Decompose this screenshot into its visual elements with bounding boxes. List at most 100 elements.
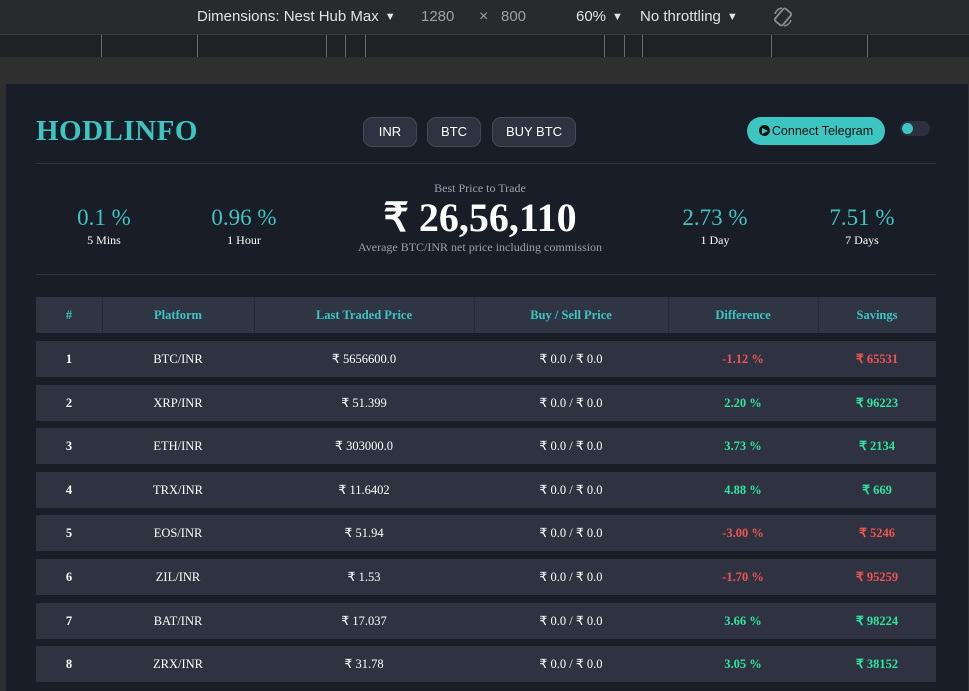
platform-cell: ETH/INR — [153, 439, 203, 454]
last-traded-cell: ₹ 1.53 — [347, 570, 381, 584]
zoom-select[interactable]: 60% ▼ — [576, 8, 623, 25]
buy-btc-button[interactable]: BUY BTC — [492, 117, 576, 147]
column-separator — [474, 297, 475, 333]
device-label: Dimensions: Nest Hub Max — [197, 8, 379, 25]
connect-telegram-button[interactable]: Connect Telegram — [747, 117, 885, 145]
divider — [36, 163, 936, 164]
stat-5-mins: 0.1 % 5 Mins — [34, 205, 174, 248]
col-last-traded-header: Last Traded Price — [315, 308, 413, 322]
rank-cell: 5 — [65, 526, 73, 541]
logo[interactable]: HODLINFO — [36, 115, 198, 148]
best-price-subtitle: Average BTC/INR net price including comm… — [357, 240, 603, 254]
savings-cell: ₹ 5246 — [858, 526, 896, 541]
stat-value: 7.51 % — [829, 205, 895, 230]
difference-cell: 2.20 % — [724, 395, 762, 410]
ruler-tick — [365, 35, 366, 57]
platform-cell: ZRX/INR — [153, 657, 203, 672]
stat-value: 0.1 % — [77, 205, 131, 230]
stat-value: 0.96 % — [211, 205, 277, 230]
last-traded-cell: ₹ 51.399 — [341, 395, 387, 410]
chevron-down-icon: ▼ — [384, 11, 396, 23]
stat-label: 5 Mins — [87, 233, 121, 247]
inr-button[interactable]: INR — [363, 117, 417, 147]
table-row: 5 EOS/INR ₹ 51.94 ₹ 0.0 / ₹ 0.0 -3.00 % ₹ 524… — [36, 515, 936, 552]
difference-cell: 3.05 % — [724, 657, 762, 672]
ruler-tick — [642, 35, 643, 57]
hodlinfo-page: HODLINFO INR BTC BUY BTC Connect Telegra… — [6, 84, 968, 691]
buy-sell-cell: ₹ 0.0 / ₹ 0.0 — [539, 613, 603, 628]
rank-cell: 1 — [65, 352, 73, 366]
table-row: 3 ETH/INR ₹ 303000.0 ₹ 0.0 / ₹ 0.0 3.73 % ₹ 2… — [36, 428, 936, 465]
savings-cell: ₹ 669 — [862, 482, 892, 497]
buy-sell-cell: ₹ 0.0 / ₹ 0.0 — [539, 657, 603, 672]
media-query-ruler — [0, 34, 969, 58]
last-traded-cell: ₹ 11.6402 — [338, 482, 390, 497]
platform-cell: ZIL/INR — [155, 570, 201, 584]
column-separator — [818, 297, 819, 333]
device-select[interactable]: Dimensions: Nest Hub Max ▼ — [197, 8, 396, 25]
rank-cell: 2 — [65, 395, 73, 410]
last-traded-cell: ₹ 5656600.0 — [331, 352, 397, 366]
rotate-icon[interactable] — [772, 6, 794, 28]
difference-cell: 4.88 % — [724, 482, 762, 497]
table-row: 8 ZRX/INR ₹ 31.78 ₹ 0.0 / ₹ 0.0 3.05 % ₹ 3815… — [36, 646, 936, 683]
divider — [36, 274, 936, 275]
platform-cell: TRX/INR — [153, 482, 203, 497]
savings-cell: ₹ 96223 — [855, 395, 899, 410]
last-traded-cell: ₹ 51.94 — [344, 526, 384, 541]
platform-cell: BTC/INR — [153, 352, 203, 366]
best-price-caption: Best Price to Trade — [434, 181, 526, 195]
col-savings-header: Savings — [856, 308, 898, 322]
difference-cell: 3.73 % — [724, 439, 762, 454]
stat-label: 1 Day — [700, 233, 730, 247]
toggle-knob — [902, 123, 913, 134]
best-price-value: ₹ 26,56,110 — [383, 195, 577, 240]
throttling-label: No throttling — [640, 8, 721, 25]
column-separator — [254, 297, 255, 333]
table-header: # Platform Last Traded Price Buy / Sell … — [36, 297, 936, 333]
table-row: 7 BAT/INR ₹ 17.037 ₹ 0.0 / ₹ 0.0 3.66 % ₹ 982… — [36, 602, 936, 639]
buy-sell-cell: ₹ 0.0 / ₹ 0.0 — [539, 395, 603, 410]
col-difference-header: Difference — [715, 308, 771, 322]
last-traded-cell: ₹ 31.78 — [344, 657, 384, 672]
col-platform-header: Platform — [154, 308, 202, 322]
difference-cell: -1.70 % — [722, 570, 764, 584]
col-buy-sell-header: Buy / Sell Price — [530, 308, 612, 322]
rank-cell: 7 — [65, 613, 73, 628]
times-icon: × — [479, 8, 489, 25]
telegram-icon — [758, 125, 770, 136]
rank-cell: 3 — [65, 439, 73, 454]
savings-cell: ₹ 65531 — [855, 352, 899, 366]
throttling-select[interactable]: No throttling ▼ — [640, 8, 738, 25]
column-separator — [668, 297, 669, 333]
ruler-tick — [624, 35, 625, 57]
table-row: 4 TRX/INR ₹ 11.6402 ₹ 0.0 / ₹ 0.0 4.88 % ₹ 66… — [36, 471, 936, 508]
platform-cell: EOS/INR — [153, 526, 203, 541]
best-price: Best Price to Trade ₹ 26,56,110 Average … — [326, 181, 634, 255]
rank-cell: 6 — [65, 570, 73, 584]
platform-cell: XRP/INR — [153, 395, 203, 410]
savings-cell: ₹ 98224 — [855, 613, 899, 628]
difference-cell: -1.12 % — [722, 352, 764, 366]
stat-label: 7 Days — [845, 233, 879, 247]
width-input[interactable]: 1280 — [421, 8, 454, 25]
ruler-tick — [867, 35, 868, 57]
table-row: 6 ZIL/INR ₹ 1.53 ₹ 0.0 / ₹ 0.0 -1.70 % ₹ 9525… — [36, 559, 936, 595]
ruler-tick — [197, 35, 198, 57]
buy-sell-cell: ₹ 0.0 / ₹ 0.0 — [539, 439, 603, 454]
last-traded-cell: ₹ 17.037 — [341, 613, 387, 628]
rank-cell: 4 — [65, 482, 73, 497]
height-input[interactable]: 800 — [501, 8, 526, 25]
col-rank-header: # — [65, 308, 73, 322]
devtools-toolbar: Dimensions: Nest Hub Max ▼ 1280 × 800 60%… — [0, 0, 969, 34]
chevron-down-icon: ▼ — [726, 11, 738, 23]
btc-button[interactable]: BTC — [427, 117, 481, 147]
ruler-tick — [326, 35, 327, 57]
ruler-tick — [101, 35, 102, 57]
theme-toggle[interactable] — [900, 121, 930, 136]
chevron-down-icon: ▼ — [612, 11, 623, 23]
last-traded-cell: ₹ 303000.0 — [335, 439, 393, 454]
savings-cell: ₹ 95259 — [855, 570, 899, 584]
ruler-tick — [604, 35, 605, 57]
difference-cell: -3.00 % — [722, 526, 764, 541]
